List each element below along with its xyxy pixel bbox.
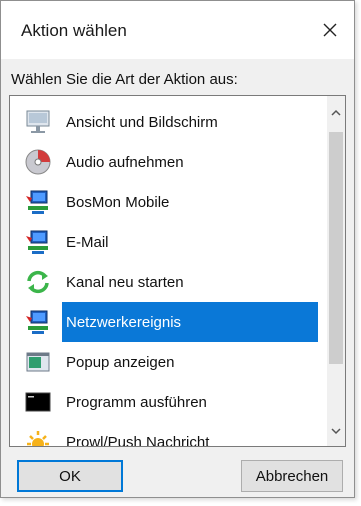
list-item-audio[interactable]: Audio aufnehmen bbox=[10, 142, 328, 182]
list-item-label: Netzwerkereignis bbox=[62, 302, 318, 342]
list-item-bosmon[interactable]: BosMon Mobile bbox=[10, 182, 328, 222]
list-item-prowl[interactable]: Prowl/Push Nachricht bbox=[10, 422, 328, 447]
vertical-scrollbar[interactable] bbox=[327, 96, 345, 446]
monitor-icon bbox=[26, 110, 50, 133]
list-item-label: Prowl/Push Nachricht bbox=[66, 433, 210, 447]
list-item-label: Kanal neu starten bbox=[66, 273, 184, 291]
prompt-label: Wählen Sie die Art der Aktion aus: bbox=[11, 71, 238, 88]
console-icon bbox=[25, 392, 51, 412]
action-list[interactable]: Ansicht und Bildschirm Audio aufnehmen B… bbox=[9, 95, 346, 447]
cancel-button[interactable]: Abbrechen bbox=[241, 460, 343, 492]
network-computer-icon bbox=[26, 230, 48, 254]
network-computer-icon bbox=[26, 190, 48, 214]
scroll-up-button[interactable] bbox=[327, 104, 345, 122]
chevron-down-icon bbox=[331, 428, 341, 435]
list-item-label: BosMon Mobile bbox=[66, 193, 170, 211]
list-item-label: Programm ausführen bbox=[66, 393, 207, 411]
list-item-ansicht[interactable]: Ansicht und Bildschirm bbox=[10, 102, 328, 142]
list-item-programm[interactable]: Programm ausführen bbox=[10, 382, 328, 422]
scroll-down-button[interactable] bbox=[327, 422, 345, 440]
network-computer-icon bbox=[26, 310, 48, 334]
list-item-label: Ansicht und Bildschirm bbox=[66, 113, 218, 131]
sun-icon bbox=[27, 431, 49, 446]
list-item-email[interactable]: E-Mail bbox=[10, 222, 328, 262]
close-button[interactable] bbox=[312, 13, 348, 47]
action-dialog: Aktion wählen Wählen Sie die Art der Akt… bbox=[0, 0, 355, 498]
dialog-title: Aktion wählen bbox=[21, 21, 127, 40]
cd-audio-icon bbox=[25, 149, 51, 175]
list-item-netzwerk[interactable]: Netzwerkereignis bbox=[10, 302, 328, 342]
list-item-label: Audio aufnehmen bbox=[66, 153, 184, 171]
chevron-up-icon bbox=[331, 109, 341, 116]
list-item-popup[interactable]: Popup anzeigen bbox=[10, 342, 328, 382]
list-item-kanal[interactable]: Kanal neu starten bbox=[10, 262, 328, 302]
list-item-label: E-Mail bbox=[66, 233, 109, 251]
action-items: Ansicht und Bildschirm Audio aufnehmen B… bbox=[10, 102, 328, 447]
scrollbar-thumb[interactable] bbox=[329, 132, 343, 364]
ok-button[interactable]: OK bbox=[17, 460, 123, 492]
close-icon bbox=[323, 23, 337, 37]
refresh-arrows-icon bbox=[27, 270, 49, 294]
popup-window-icon bbox=[26, 352, 50, 372]
title-bar: Aktion wählen bbox=[1, 1, 354, 59]
list-item-label: Popup anzeigen bbox=[66, 353, 175, 371]
